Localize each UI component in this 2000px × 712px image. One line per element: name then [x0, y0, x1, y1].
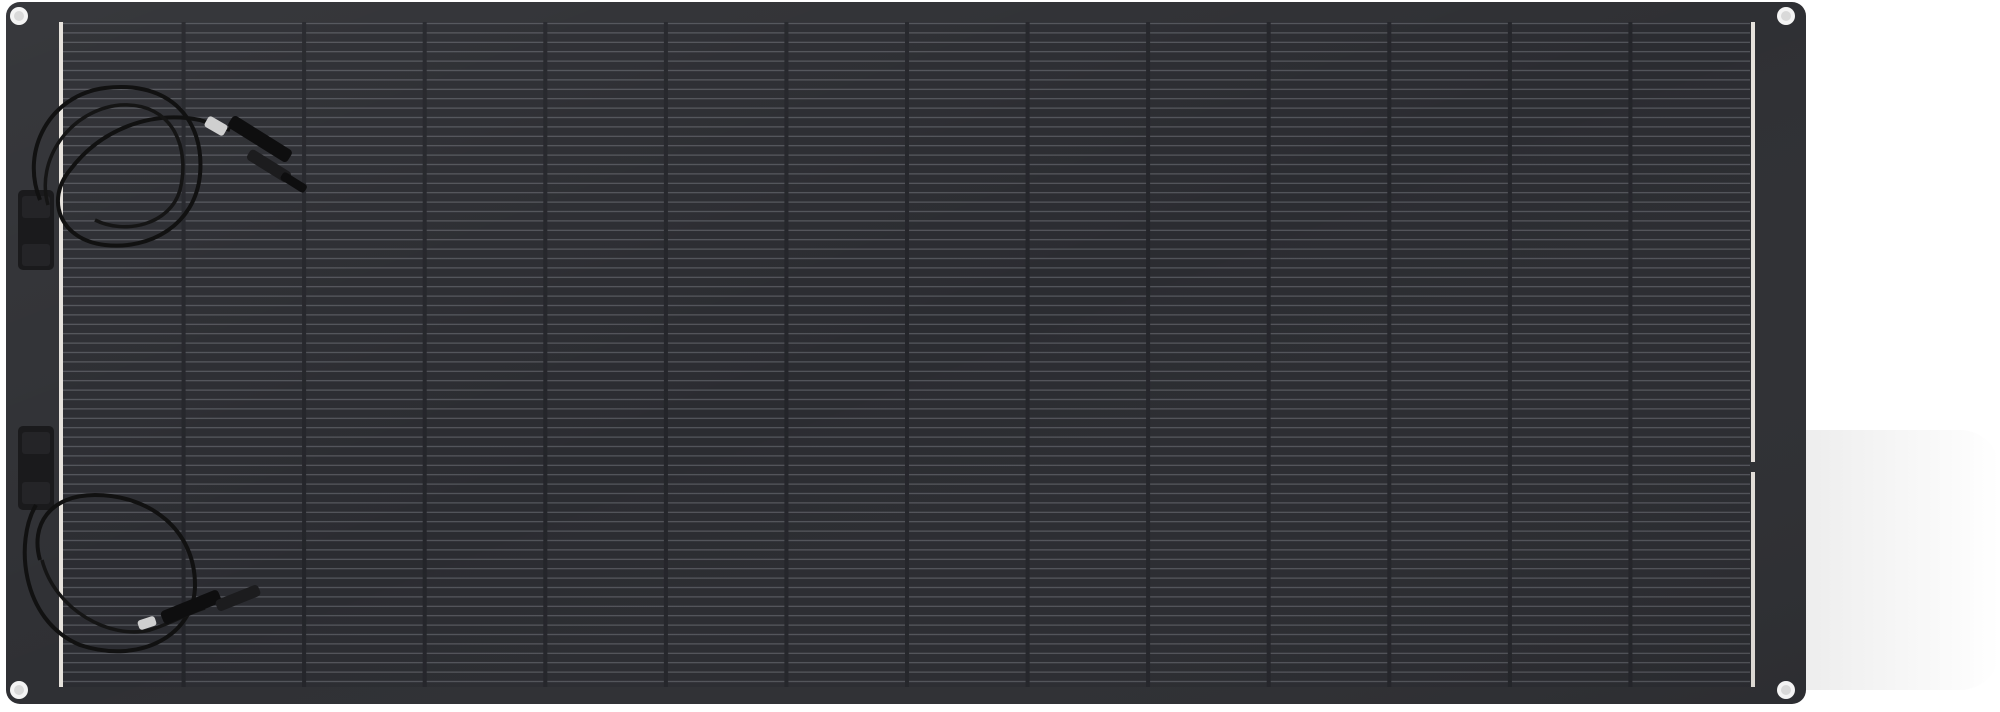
junction-box-icon: [18, 426, 54, 510]
mounting-hole-icon: [1777, 681, 1795, 699]
solar-panel-illustration: [6, 2, 1806, 704]
panel-sheen: [6, 2, 1806, 704]
mounting-hole-icon: [1777, 7, 1795, 25]
mounting-hole-icon: [10, 681, 28, 699]
mounting-hole-icon: [10, 7, 28, 25]
product-photo: [0, 0, 2000, 712]
